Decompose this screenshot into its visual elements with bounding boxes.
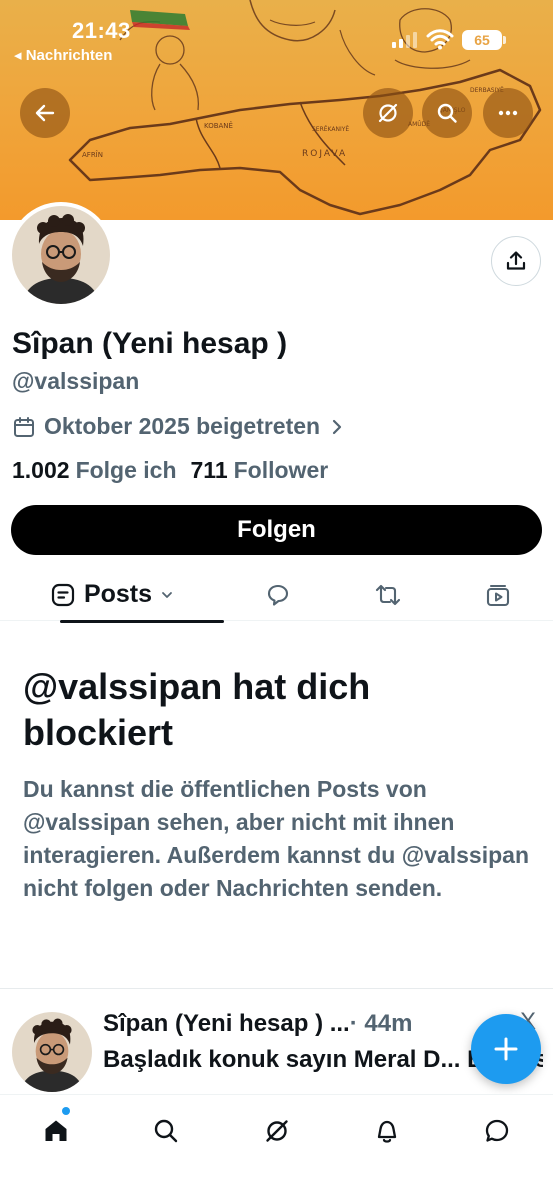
search-button[interactable]	[422, 88, 472, 138]
svg-text:SERÊKANIYÊ: SERÊKANIYÊ	[312, 125, 349, 133]
joined-date[interactable]: Oktober 2025 beigetreten	[12, 413, 346, 440]
avatar-image	[12, 1012, 92, 1092]
chevron-down-icon	[162, 591, 172, 598]
following-label: Folge ich	[75, 457, 177, 483]
compose-post-button[interactable]	[471, 1014, 541, 1084]
tab-posts-label: Posts	[83, 580, 153, 608]
home-icon	[45, 1120, 67, 1141]
svg-text:ROJAVA: ROJAVA	[302, 149, 347, 159]
avatar-image	[12, 206, 110, 304]
nav-home[interactable]	[36, 1111, 76, 1151]
plus-icon	[494, 1037, 518, 1061]
status-time: 21:43	[72, 18, 131, 43]
messages-icon	[485, 1119, 509, 1142]
cellular-signal-icon	[392, 32, 417, 48]
posts-icon	[51, 583, 75, 606]
back-arrow-icon	[35, 104, 55, 122]
share-icon	[506, 251, 526, 270]
wifi-icon	[426, 29, 454, 50]
nav-notifications[interactable]	[367, 1111, 407, 1151]
tab-media[interactable]	[478, 568, 518, 621]
grok-icon	[378, 103, 398, 123]
home-notification-dot	[62, 1107, 70, 1115]
blocked-title: @valssipan hat dich blockiert	[23, 666, 371, 753]
svg-text:AFRÎN: AFRÎN	[82, 150, 103, 159]
battery-tip	[503, 36, 506, 44]
followers-link[interactable]: 711 Follower	[191, 457, 329, 484]
active-tab-indicator	[60, 620, 224, 623]
grok-button[interactable]	[363, 88, 413, 138]
blocked-description: Du kannst die öffentlichen Posts von @va…	[23, 776, 529, 901]
retweet-icon	[375, 584, 401, 605]
followers-count: 711	[190, 457, 228, 483]
status-bar: 21:43 ◂ Nachrichten 65	[0, 0, 553, 70]
reply-icon	[267, 584, 289, 606]
tab-reposts[interactable]	[368, 568, 408, 621]
profile-handle: @valssipan	[12, 368, 140, 394]
battery-indicator: 65	[462, 30, 502, 50]
profile-name: Sîpan (Yeni hesap )	[12, 327, 288, 360]
followers-label: Follower	[233, 457, 329, 483]
share-button[interactable]	[491, 236, 541, 286]
profile-tabs: Posts	[0, 568, 553, 623]
following-link[interactable]: 1.002 Folge ich	[12, 457, 177, 484]
search-icon	[437, 103, 457, 123]
nav-grok[interactable]	[257, 1111, 297, 1151]
notifications-icon	[377, 1120, 397, 1143]
nav-search[interactable]	[146, 1111, 186, 1151]
post-time: · 44m	[349, 1010, 413, 1037]
media-icon	[486, 584, 510, 606]
svg-text:KOBANÊ: KOBANÊ	[204, 121, 233, 130]
joined-date-text: Oktober 2025 beigetreten	[44, 413, 321, 439]
more-options-button[interactable]	[483, 88, 533, 138]
bottom-navigation	[0, 1094, 553, 1200]
follow-button[interactable]: Folgen	[11, 505, 542, 555]
following-count: 1.002	[12, 457, 70, 483]
more-icon	[498, 110, 518, 116]
back-button[interactable]	[20, 88, 70, 138]
divider	[0, 988, 553, 989]
chevron-right-icon	[333, 419, 342, 434]
tab-posts[interactable]: Posts	[30, 568, 224, 623]
post-author-name[interactable]: Sîpan (Yeni hesap ) ...	[103, 1010, 350, 1037]
calendar-icon	[14, 416, 34, 437]
profile-avatar[interactable]	[8, 202, 114, 308]
post-header: Sîpan (Yeni hesap ) ...· 44m	[103, 1010, 412, 1038]
nav-messages[interactable]	[477, 1111, 517, 1151]
profile-stats: 1.002 Folge ich 711 Follower	[12, 457, 328, 484]
post-author-avatar[interactable]	[12, 1012, 92, 1092]
grok-icon	[266, 1120, 288, 1142]
search-icon	[154, 1119, 178, 1143]
tab-replies[interactable]	[258, 568, 298, 621]
back-to-app-link[interactable]: ◂ Nachrichten	[14, 46, 112, 64]
